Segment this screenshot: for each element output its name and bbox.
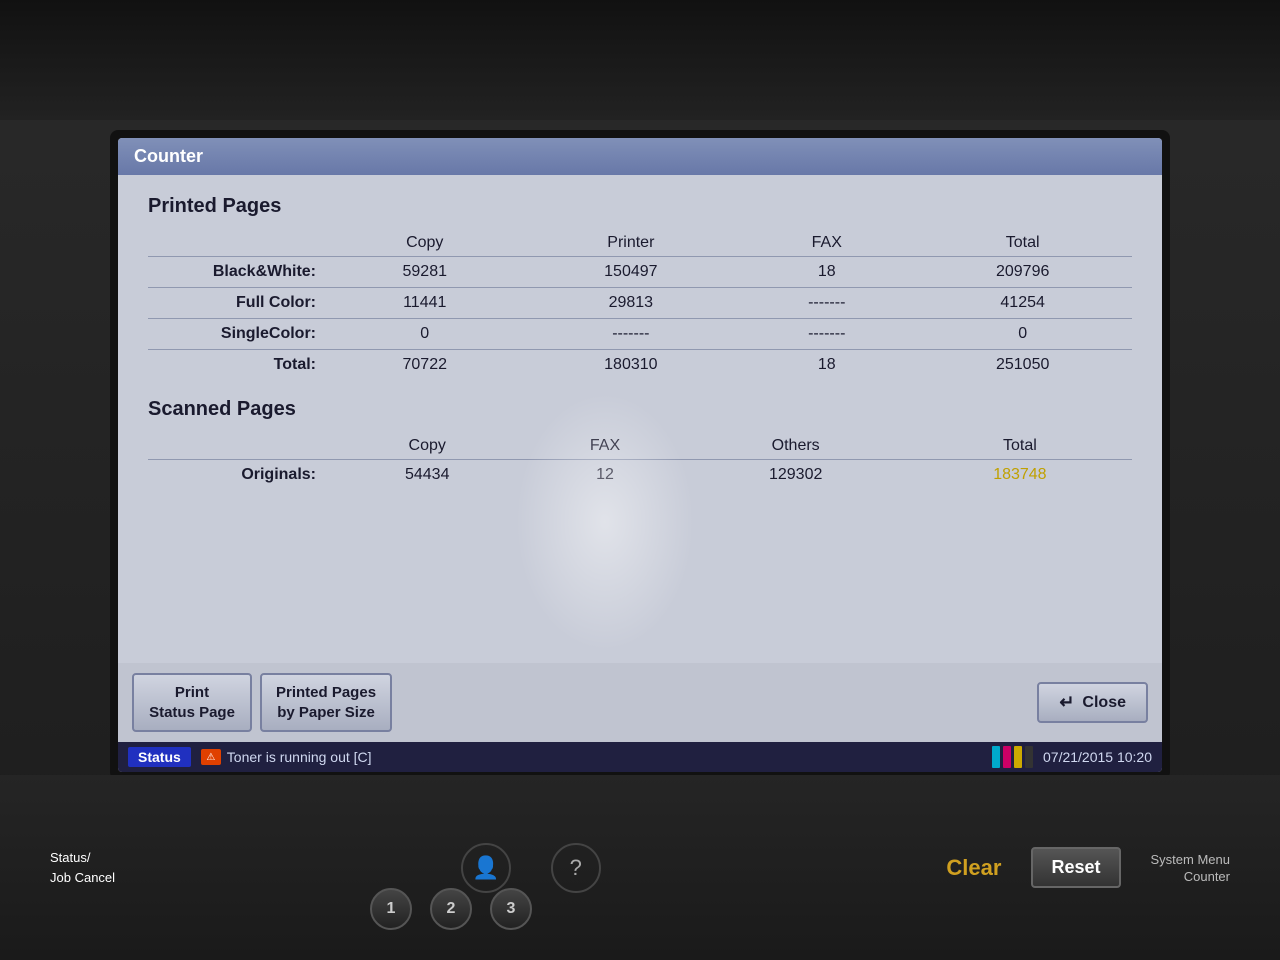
scanned-pages-section: Scanned Pages Copy FAX Others Total <box>148 398 1132 500</box>
screen: Counter Printed Pages Copy Printer FAX <box>118 138 1162 772</box>
bottom-left-area: Status/ Job Cancel <box>50 848 115 887</box>
table-row: Total: 70722 180310 18 251050 <box>148 350 1132 381</box>
bottom-icons: 👤 ? <box>461 843 601 893</box>
col-fax-header: FAX <box>740 230 913 257</box>
toner-warning-text: Toner is running out [C] <box>227 749 372 765</box>
table-row: SingleColor: 0 ------- ------- 0 <box>148 319 1132 350</box>
scanned-pages-table: Copy FAX Others Total Originals: 54434 1… <box>148 433 1132 490</box>
fc-printer: 29813 <box>522 288 741 319</box>
orig-others: 129302 <box>684 460 908 491</box>
reset-button[interactable]: Reset <box>1031 847 1120 888</box>
col-empty <box>148 230 328 257</box>
color-indicator <box>992 746 1033 768</box>
total-fax: 18 <box>740 350 913 381</box>
counter-label[interactable]: Counter <box>1184 869 1230 884</box>
bw-fax: 18 <box>740 257 913 288</box>
scan-col-fax-header: FAX <box>526 433 683 460</box>
bottom-buttons-bar: Print Status Page Printed Pages by Paper… <box>118 663 1162 742</box>
bw-copy: 59281 <box>328 257 522 288</box>
total-label: Total: <box>148 350 328 381</box>
cyan-bar <box>992 746 1000 768</box>
bottom-right-area: Clear Reset System Menu Counter <box>946 847 1230 888</box>
total-copy: 70722 <box>328 350 522 381</box>
num-3-button[interactable]: 3 <box>490 888 532 930</box>
title-bar: Counter <box>118 138 1162 175</box>
bw-total: 209796 <box>913 257 1132 288</box>
enter-icon: ↵ <box>1059 692 1074 713</box>
screen-bezel: Counter Printed Pages Copy Printer FAX <box>110 130 1170 780</box>
toner-icon: ⚠ <box>201 749 221 765</box>
scanned-pages-heading: Scanned Pages <box>148 398 1132 421</box>
orig-fax: 12 <box>526 460 683 491</box>
magenta-bar <box>1003 746 1011 768</box>
col-total-header: Total <box>913 230 1132 257</box>
bw-label: Black&White: <box>148 257 328 288</box>
scan-col-empty <box>148 433 328 460</box>
status-job-cancel-label: Status/ Job Cancel <box>50 848 115 887</box>
top-bar <box>0 0 1280 120</box>
col-copy-header: Copy <box>328 230 522 257</box>
print-status-page-button[interactable]: Print Status Page <box>132 673 252 732</box>
num-pad-area: 1 2 3 <box>370 888 532 930</box>
fc-fax: ------- <box>740 288 913 319</box>
scan-col-others-header: Others <box>684 433 908 460</box>
sc-copy: 0 <box>328 319 522 350</box>
fc-label: Full Color: <box>148 288 328 319</box>
printed-pages-section: Printed Pages Copy Printer FAX Total <box>148 195 1132 390</box>
close-button[interactable]: ↵ Close <box>1037 682 1148 723</box>
bw-printer: 150497 <box>522 257 741 288</box>
system-menu-label[interactable]: System Menu <box>1151 852 1230 867</box>
yellow-bar <box>1014 746 1022 768</box>
status-bar: Status ⚠ Toner is running out [C] 07/21/… <box>118 742 1162 772</box>
total-total: 251050 <box>913 350 1132 381</box>
bottom-panel: Status/ Job Cancel 👤 ? 1 2 3 Clear Reset… <box>0 775 1280 960</box>
orig-label: Originals: <box>148 460 328 491</box>
printed-pages-heading: Printed Pages <box>148 195 1132 218</box>
num-2-button[interactable]: 2 <box>430 888 472 930</box>
clear-button[interactable]: Clear <box>946 855 1001 881</box>
table-row: Black&White: 59281 150497 18 209796 <box>148 257 1132 288</box>
sc-label: SingleColor: <box>148 319 328 350</box>
printed-pages-by-paper-size-button[interactable]: Printed Pages by Paper Size <box>260 673 392 732</box>
question-icon[interactable]: ? <box>551 843 601 893</box>
num-1-button[interactable]: 1 <box>370 888 412 930</box>
fc-total: 41254 <box>913 288 1132 319</box>
orig-copy: 54434 <box>328 460 526 491</box>
col-printer-header: Printer <box>522 230 741 257</box>
black-bar <box>1025 746 1033 768</box>
table-row: Full Color: 11441 29813 ------- 41254 <box>148 288 1132 319</box>
orig-total: 183748 <box>908 460 1132 491</box>
datetime: 07/21/2015 10:20 <box>1043 749 1152 765</box>
sc-total: 0 <box>913 319 1132 350</box>
scan-col-copy-header: Copy <box>328 433 526 460</box>
system-menu-counter: System Menu Counter <box>1151 852 1230 884</box>
sc-fax: ------- <box>740 319 913 350</box>
sc-printer: ------- <box>522 319 741 350</box>
fc-copy: 11441 <box>328 288 522 319</box>
status-label: Status <box>128 747 191 767</box>
toner-warning: ⚠ Toner is running out [C] <box>201 749 372 765</box>
screen-title: Counter <box>134 146 203 166</box>
scan-col-total-header: Total <box>908 433 1132 460</box>
table-row: Originals: 54434 12 129302 183748 <box>148 460 1132 491</box>
printed-pages-table: Copy Printer FAX Total Black&White: 5928… <box>148 230 1132 380</box>
person-icon[interactable]: 👤 <box>461 843 511 893</box>
device-body: Counter Printed Pages Copy Printer FAX <box>0 0 1280 960</box>
main-content: Printed Pages Copy Printer FAX Total <box>118 175 1162 663</box>
total-printer: 180310 <box>522 350 741 381</box>
